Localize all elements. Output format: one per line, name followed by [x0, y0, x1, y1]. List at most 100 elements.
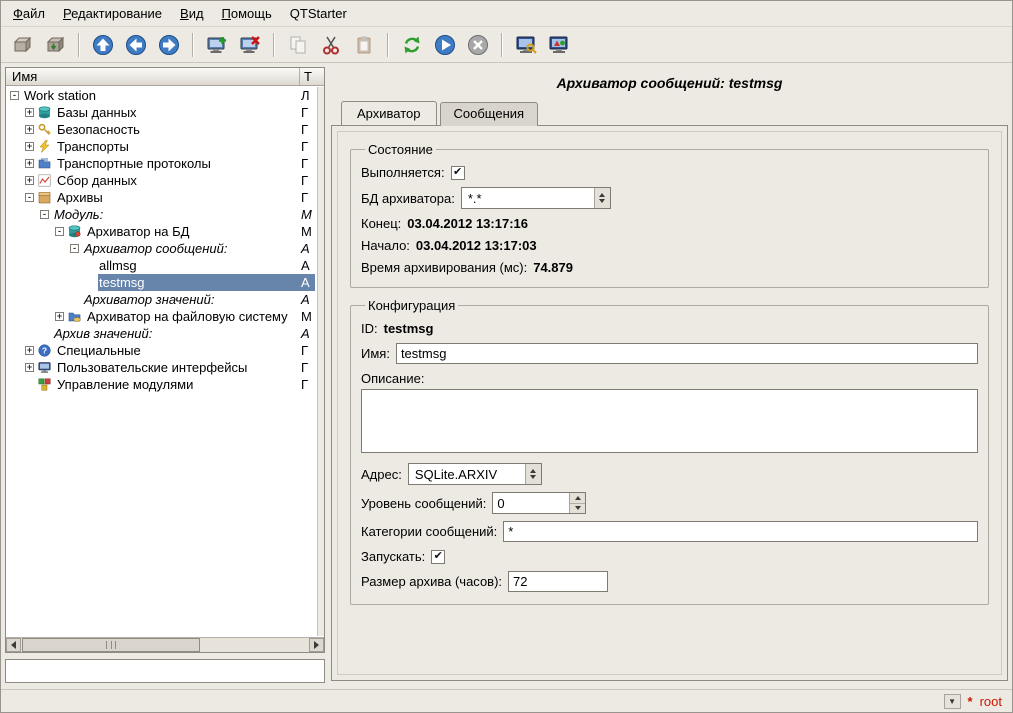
expander-icon[interactable]: + — [25, 346, 34, 355]
stop-button[interactable] — [463, 30, 493, 60]
tree-row[interactable]: - Архиватор сообщений:А — [6, 240, 324, 257]
load-button[interactable] — [7, 30, 37, 60]
expander-icon[interactable]: + — [25, 142, 34, 151]
expander-icon[interactable]: - — [55, 227, 64, 236]
vertical-scrollbar[interactable] — [317, 87, 324, 636]
tree-row[interactable]: Управление модулямиГ — [6, 376, 324, 393]
column-header-name[interactable]: Имя — [6, 68, 300, 85]
tree-row[interactable]: + ? СпециальныеГ — [6, 342, 324, 359]
status-bar: ▼ * root — [1, 689, 1012, 712]
tree-header: Имя Т — [6, 68, 324, 86]
delete-item-button[interactable] — [235, 30, 265, 60]
name-input[interactable] — [396, 343, 978, 364]
load-icon — [11, 34, 33, 56]
up-button[interactable] — [88, 30, 118, 60]
tree-filter-input[interactable] — [5, 659, 325, 683]
toolbar-separator — [387, 33, 389, 57]
description-textarea[interactable] — [361, 389, 978, 453]
menu-edit[interactable]: Редактирование — [55, 3, 170, 24]
tree-row[interactable]: + Пользовательские интерфейсыГ — [6, 359, 324, 376]
archiver-db-combobox[interactable]: *.* — [461, 187, 611, 209]
tab-page-inner: Состояние Выполняется: БД архиватора: *.… — [337, 131, 1002, 675]
combo-arrows-icon[interactable] — [594, 188, 610, 208]
current-user-label[interactable]: root — [980, 694, 1002, 709]
message-categories-input[interactable] — [503, 521, 978, 542]
expander-icon[interactable]: - — [40, 210, 49, 219]
tree-row[interactable]: allmsgА — [6, 257, 324, 274]
forward-button[interactable] — [154, 30, 184, 60]
tree-row[interactable]: + Базы данныхГ — [6, 104, 324, 121]
data-acquisition-icon — [38, 174, 52, 187]
tree-row[interactable]: Архиватор значений:А — [6, 291, 324, 308]
combo-arrows-icon[interactable] — [525, 464, 541, 484]
expander-icon[interactable]: + — [25, 125, 34, 134]
tree-row[interactable]: + БезопасностьГ — [6, 121, 324, 138]
scrollbar-thumb[interactable] — [22, 638, 200, 652]
tree-row[interactable]: + ТранспортыГ — [6, 138, 324, 155]
tree-item-type: А — [301, 292, 315, 307]
column-header-type[interactable]: Т — [300, 68, 324, 85]
tree-row[interactable]: + Архиватор на файловую системуМ — [6, 308, 324, 325]
add-item-button[interactable] — [202, 30, 232, 60]
expander-icon[interactable]: + — [25, 159, 34, 168]
menu-file[interactable]: Файл — [5, 3, 53, 24]
scroll-left-button[interactable] — [6, 638, 21, 652]
tree-item-type: Г — [301, 139, 315, 154]
message-level-spinbox[interactable] — [492, 492, 586, 514]
tree-row[interactable]: - Модуль:М — [6, 206, 324, 223]
horizontal-scrollbar[interactable] — [6, 637, 324, 652]
tree-row[interactable]: + Транспортные протоколы Г — [6, 155, 324, 172]
tree-row[interactable]: - Work stationЛ — [6, 87, 324, 104]
spin-up-icon[interactable] — [570, 493, 585, 504]
menu-help[interactable]: Помощь — [214, 3, 280, 24]
spin-down-icon[interactable] — [570, 504, 585, 514]
expander-icon[interactable]: + — [55, 312, 64, 321]
menu-view[interactable]: Вид — [172, 3, 212, 24]
message-categories-label: Категории сообщений: — [361, 524, 497, 539]
protocols-icon — [38, 157, 52, 170]
add-item-icon — [206, 34, 228, 56]
paste-item-button[interactable] — [349, 30, 379, 60]
archive-size-input[interactable] — [508, 571, 608, 592]
expander-icon[interactable]: - — [10, 91, 19, 100]
expander-icon[interactable]: + — [25, 108, 34, 117]
tree-row[interactable]: - Архиватор на БДМ — [6, 223, 324, 240]
save-button[interactable] — [40, 30, 70, 60]
running-checkbox[interactable] — [451, 166, 465, 180]
configurator-button[interactable] — [511, 30, 541, 60]
status-dropdown-button[interactable]: ▼ — [944, 694, 961, 709]
tree-row[interactable]: + Сбор данныхГ — [6, 172, 324, 189]
tree-item-label: Базы данных — [56, 105, 140, 120]
scrollbar-track[interactable] — [21, 638, 309, 652]
tree-item-label: allmsg — [98, 258, 140, 273]
expander-icon[interactable]: - — [25, 193, 34, 202]
tree-row-selected[interactable]: testmsgА — [6, 274, 324, 291]
menu-qtstarter[interactable]: QTStarter — [282, 3, 355, 24]
tree-view: Имя Т - Work stationЛ + Базы данныхГ + — [5, 67, 325, 653]
expander-icon[interactable]: + — [25, 176, 34, 185]
content-panel: Архиватор сообщений: testmsg Архиватор С… — [331, 67, 1008, 683]
refresh-button[interactable] — [397, 30, 427, 60]
tree-item-label: Транспортные протоколы — [56, 156, 214, 171]
toolbar-separator — [78, 33, 80, 57]
start-button[interactable] — [430, 30, 460, 60]
cut-item-button[interactable] — [316, 30, 346, 60]
tree-item-type: Г — [301, 156, 315, 171]
copy-item-button[interactable] — [283, 30, 313, 60]
archiving-time-label: Время архивирования (мс): — [361, 260, 527, 275]
tab-messages[interactable]: Сообщения — [440, 102, 539, 126]
address-combobox[interactable]: SQLite.ARXIV — [408, 463, 542, 485]
expander-icon[interactable]: - — [70, 244, 79, 253]
transports-icon — [38, 140, 52, 153]
message-level-input[interactable] — [493, 493, 569, 513]
tab-archiver[interactable]: Архиватор — [341, 101, 437, 125]
tree-item-label: Пользовательские интерфейсы — [56, 360, 250, 375]
to-start-checkbox[interactable] — [431, 550, 445, 564]
tree-row[interactable]: Архив значений:А — [6, 325, 324, 342]
expander-icon[interactable]: + — [25, 363, 34, 372]
databases-icon — [38, 106, 52, 119]
scroll-right-button[interactable] — [309, 638, 324, 652]
tree-row[interactable]: - АрхивыГ — [6, 189, 324, 206]
back-button[interactable] — [121, 30, 151, 60]
vision-button[interactable] — [544, 30, 574, 60]
